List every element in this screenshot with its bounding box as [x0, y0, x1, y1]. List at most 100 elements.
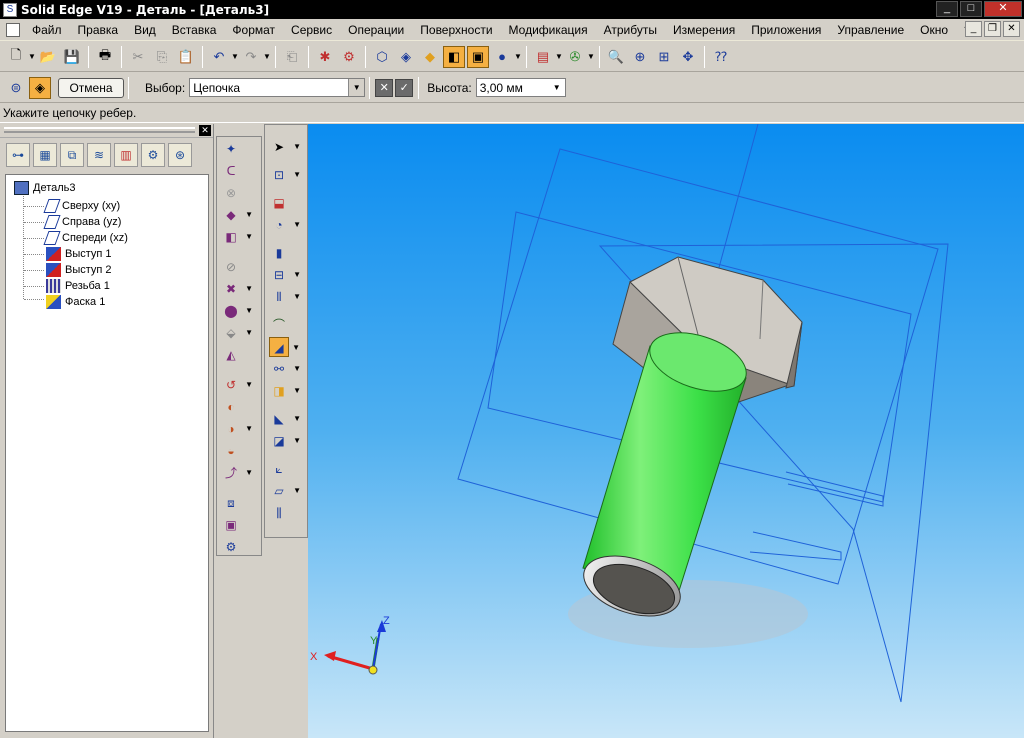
web-tool-icon[interactable]: ⬙ ▼: [221, 323, 253, 343]
cut-icon[interactable]: ✂: [127, 46, 149, 68]
dropdown-icon[interactable]: ▼: [293, 359, 301, 379]
select-step-icon[interactable]: ◈: [29, 76, 51, 99]
thread-tool-icon[interactable]: ✖ ▼: [221, 279, 253, 299]
dropdown-icon[interactable]: ▼: [245, 375, 253, 395]
zoom-icon[interactable]: ⊕: [629, 46, 651, 68]
model-scene[interactable]: X Y Z: [308, 124, 1024, 738]
plane-tool-icon[interactable]: ▮: [269, 243, 289, 263]
menu-manage[interactable]: Управление: [829, 20, 912, 40]
menu-window[interactable]: Окно: [912, 20, 956, 40]
visible-edges-icon[interactable]: ▣: [467, 45, 489, 68]
dropdown-icon[interactable]: ▼: [293, 287, 301, 307]
print-icon[interactable]: 🖶: [94, 46, 116, 68]
display-dropdown-icon[interactable]: ▼: [555, 52, 563, 61]
rotate-dropdown-icon[interactable]: ▼: [587, 52, 595, 61]
chevron-down-icon[interactable]: ▼: [548, 79, 565, 96]
selection-mode-select[interactable]: Цепочка ▼: [189, 78, 366, 97]
thread-feature-icon[interactable]: ⦀ ▼: [269, 287, 301, 307]
menu-measure[interactable]: Измерения: [665, 20, 743, 40]
document-icon[interactable]: [6, 22, 20, 37]
round-tool-icon[interactable]: ⚯ ▼: [269, 359, 301, 379]
doc-close-button[interactable]: ✕: [1003, 21, 1020, 37]
select-tool-icon[interactable]: ✱: [314, 46, 336, 68]
tree-root[interactable]: Деталь3: [14, 181, 76, 195]
shaded-edges-icon[interactable]: ◧: [443, 45, 465, 68]
dropdown-icon[interactable]: ▼: [245, 279, 253, 299]
revolve-tool-icon[interactable]: ᑕ: [221, 161, 241, 181]
graphics-viewport[interactable]: X Y Z: [308, 124, 1024, 738]
dropdown-icon[interactable]: ▼: [293, 165, 301, 185]
feature-pathfinder-tab[interactable]: ⊶: [6, 143, 30, 167]
loft-tool-icon[interactable]: ◐: [221, 397, 241, 417]
engineering-tab[interactable]: ⚙: [141, 143, 165, 167]
undo-icon[interactable]: ↶: [208, 46, 230, 68]
options-icon[interactable]: ⊜: [5, 77, 27, 99]
family-tab[interactable]: ⧉: [60, 143, 84, 167]
stack-tab[interactable]: ≋: [87, 143, 111, 167]
tree-item-right-plane[interactable]: Справа (yz): [43, 215, 121, 229]
dropdown-icon[interactable]: ▼: [245, 227, 253, 247]
menu-insert[interactable]: Вставка: [164, 20, 225, 40]
new-dropdown-icon[interactable]: ▼: [28, 52, 36, 61]
dropdown-icon[interactable]: ▼: [293, 265, 301, 285]
render-dropdown-icon[interactable]: ▼: [514, 52, 522, 61]
sweep-tool-icon[interactable]: ↺ ▼: [221, 375, 253, 395]
undo-dropdown-icon[interactable]: ▼: [231, 52, 239, 61]
dropdown-icon[interactable]: ▼: [293, 215, 301, 235]
zoom-area-icon[interactable]: 🔍: [605, 46, 627, 68]
view-cube-icon[interactable]: ◈: [395, 46, 417, 68]
mirror-copy-icon[interactable]: ⫼: [269, 503, 289, 523]
cancel-button[interactable]: Отмена: [58, 77, 124, 98]
protrusion-tool-icon[interactable]: ✦: [221, 139, 241, 159]
library-tool-icon[interactable]: ⚙: [221, 537, 241, 557]
help-icon[interactable]: ⁇: [710, 46, 732, 68]
reject-button[interactable]: ✕: [375, 78, 394, 97]
feature-library-tab[interactable]: ▥: [114, 143, 138, 167]
menu-applications[interactable]: Приложения: [743, 20, 829, 40]
close-button[interactable]: ✕: [984, 1, 1022, 17]
reference-plane-icon[interactable]: ▱ ▼: [269, 481, 301, 501]
paste-icon[interactable]: 📋: [175, 46, 197, 68]
menu-edit[interactable]: Правка: [70, 20, 127, 40]
dropdown-icon[interactable]: ▼: [292, 338, 300, 358]
open-icon[interactable]: 📂: [37, 46, 59, 68]
dropdown-icon[interactable]: ▼: [293, 481, 301, 501]
dropdown-icon[interactable]: ▼: [245, 323, 253, 343]
hole-feature-icon[interactable]: ⊘: [221, 257, 241, 277]
tree-item-chamfer-1[interactable]: Фаска 1: [46, 295, 105, 309]
mirror-tool-icon[interactable]: ⧈: [221, 493, 241, 513]
redo-dropdown-icon[interactable]: ▼: [263, 52, 271, 61]
dropdown-icon[interactable]: ▼: [245, 463, 253, 483]
fit-icon[interactable]: ⊞: [653, 46, 675, 68]
normal-protrusion-icon[interactable]: ◑ ▼: [221, 419, 253, 439]
shaded-icon[interactable]: ◆: [419, 46, 441, 68]
chamfer-tool-icon[interactable]: ◢ ▼: [269, 337, 300, 357]
copy-icon[interactable]: ⎘: [151, 46, 173, 68]
tree-item-top-plane[interactable]: Сверху (xy): [43, 199, 120, 213]
lip-tool-icon[interactable]: ◒: [221, 441, 241, 461]
properties-icon[interactable]: ⚙: [338, 46, 360, 68]
menu-modify[interactable]: Модификация: [501, 20, 596, 40]
menu-attributes[interactable]: Атрибуты: [596, 20, 665, 40]
tree-item-front-plane[interactable]: Спереди (xz): [43, 231, 128, 245]
doc-restore-button[interactable]: ❐: [984, 21, 1001, 37]
menu-file[interactable]: Файл: [24, 20, 70, 40]
dropdown-icon[interactable]: ▼: [245, 419, 253, 439]
height-input[interactable]: 3,00 мм ▼: [475, 78, 566, 97]
coordinate-system-icon[interactable]: ⟀: [269, 459, 289, 479]
select-arrow-icon[interactable]: ➤ ▼: [269, 137, 301, 157]
accept-button[interactable]: ✓: [395, 78, 414, 97]
draft-tool-icon[interactable]: ⌒: [269, 315, 289, 335]
menu-surfaces[interactable]: Поверхности: [412, 20, 500, 40]
offset-tool-icon[interactable]: ◪ ▼: [269, 431, 301, 451]
maximize-button[interactable]: □: [960, 1, 982, 17]
split-tool-icon[interactable]: ◣ ▼: [269, 409, 301, 429]
dropdown-icon[interactable]: ▼: [245, 205, 253, 225]
rib-tool-icon[interactable]: ⬤ ▼: [221, 301, 253, 321]
tree-item-protrusion-2[interactable]: Выступ 2: [46, 263, 112, 277]
new-icon[interactable]: 🗋: [5, 46, 27, 68]
layers-tab[interactable]: ▦: [33, 143, 57, 167]
doc-minimize-button[interactable]: _: [965, 21, 982, 37]
redo-icon[interactable]: ↷: [240, 46, 262, 68]
menu-features[interactable]: Операции: [340, 20, 412, 40]
